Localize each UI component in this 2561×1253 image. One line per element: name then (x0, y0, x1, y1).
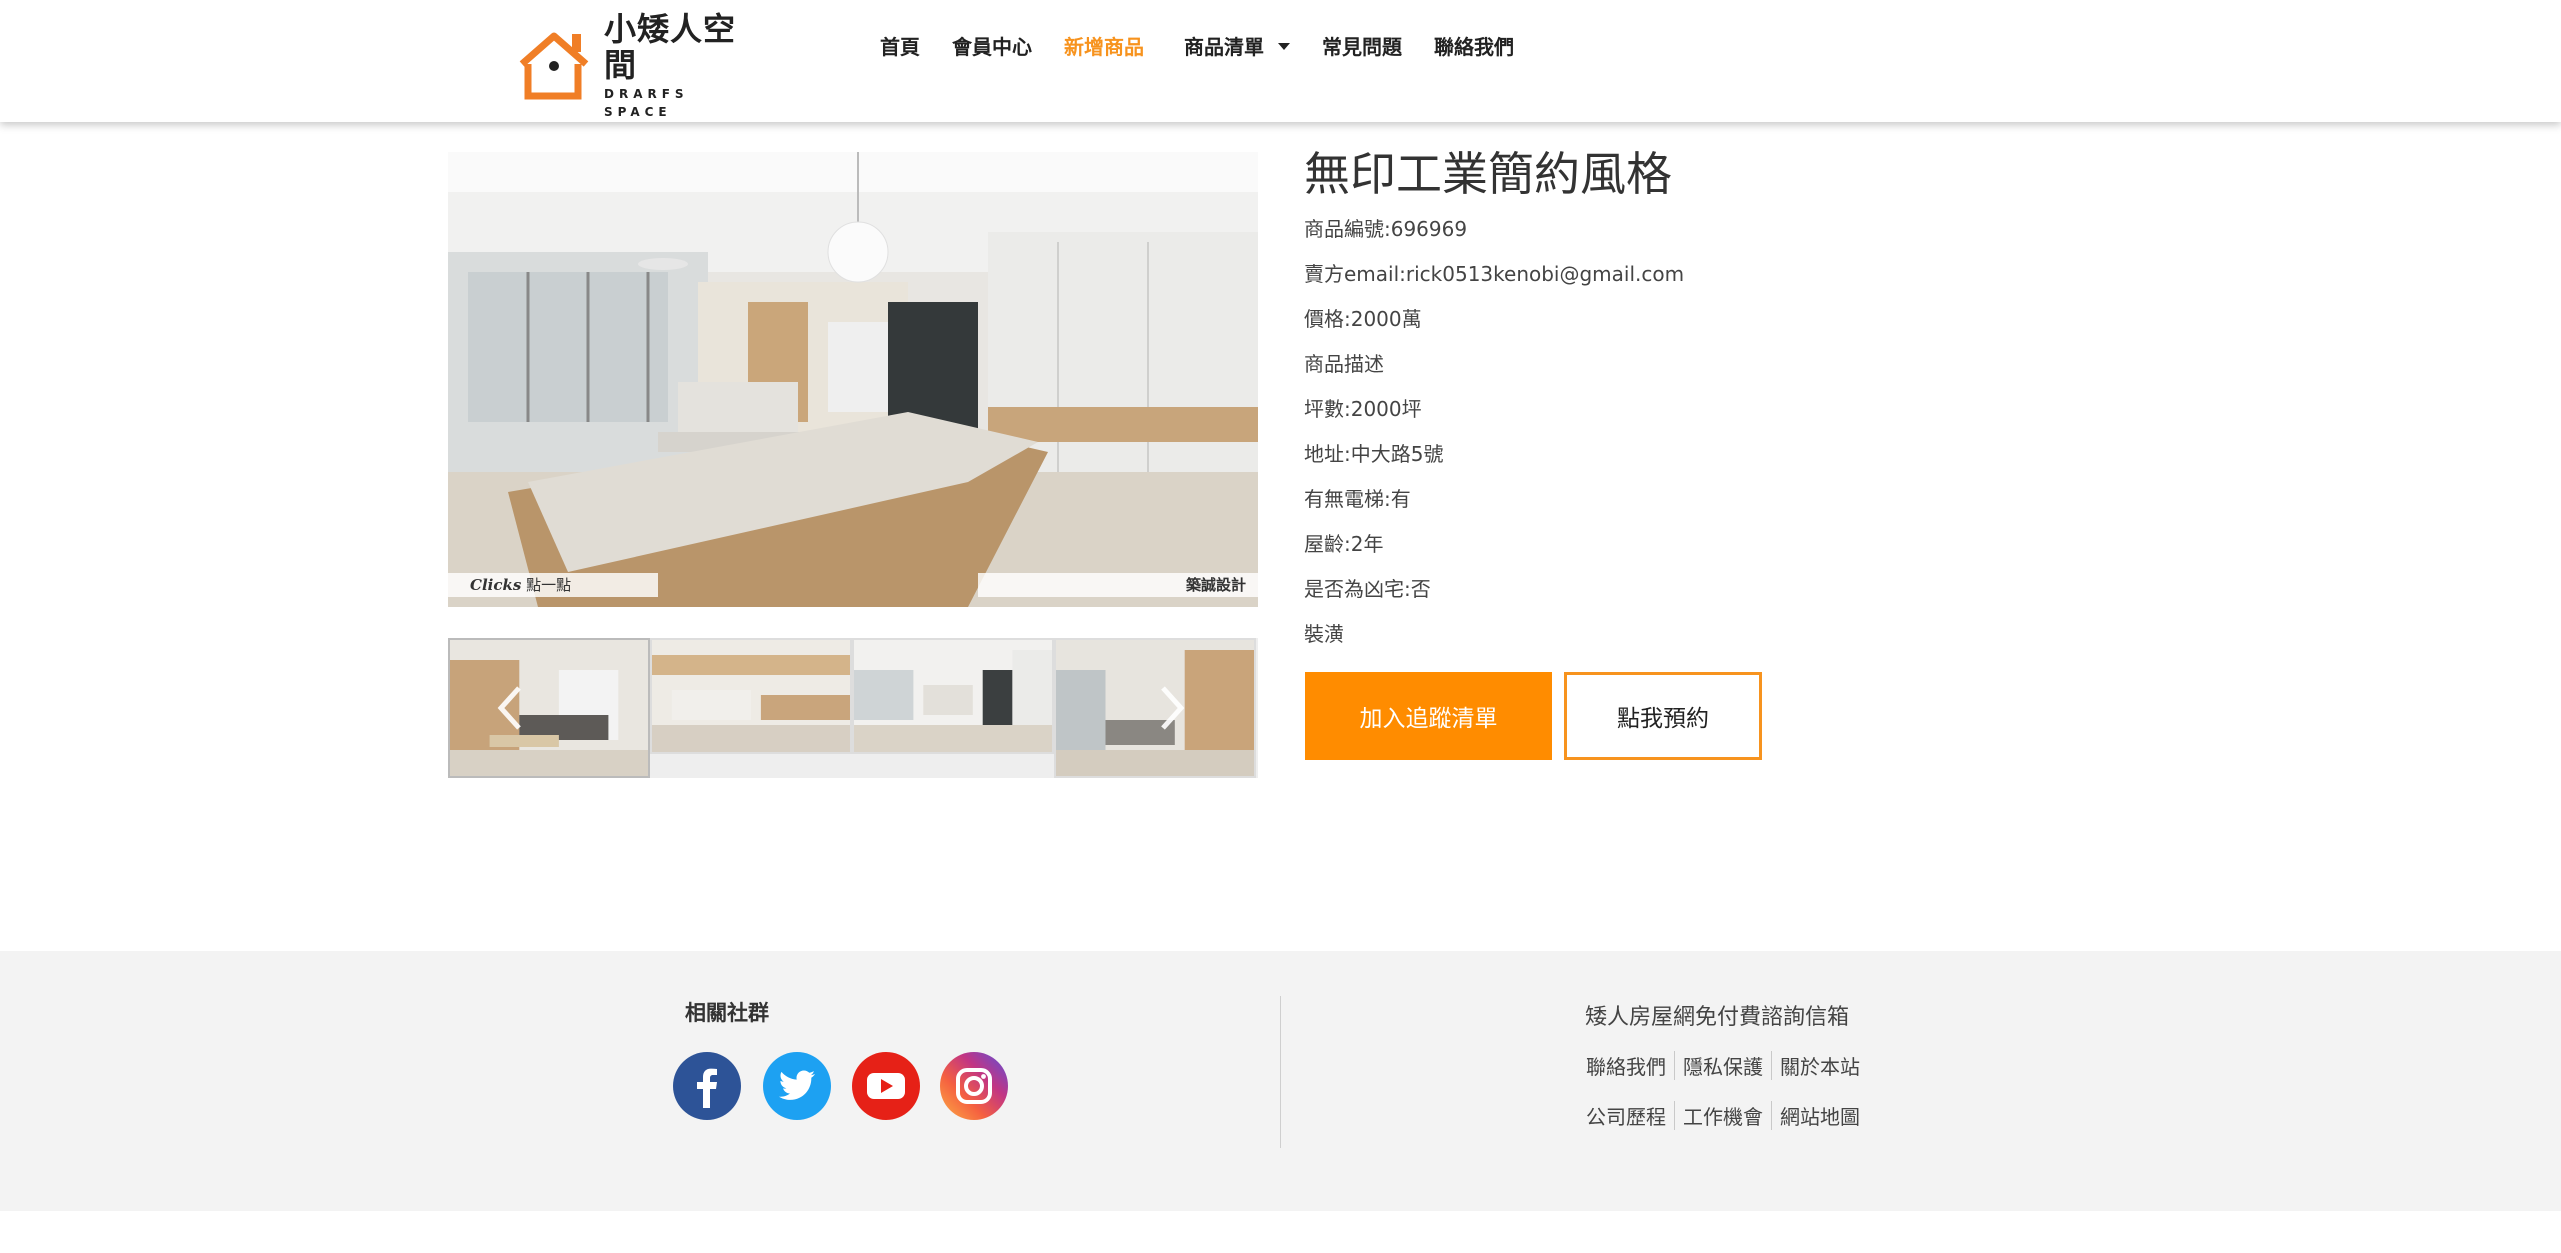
product-description: 商品描述 (1304, 352, 1384, 376)
site-logo[interactable]: 小矮人空間 DRARFS SPACE (516, 11, 761, 119)
product-area: 坪數:2000坪 (1304, 397, 1422, 421)
footer-link-sitemap[interactable]: 網站地圖 (1771, 1101, 1868, 1130)
nav-product-list-label: 商品清單 (1184, 34, 1264, 59)
book-appointment-button[interactable]: 點我預約 (1564, 672, 1762, 760)
facebook-link[interactable] (673, 1052, 741, 1120)
footer-links-row-1: 聯絡我們 隱私保護 關於本站 (1578, 1051, 1868, 1080)
footer-link-contact[interactable]: 聯絡我們 (1578, 1051, 1674, 1080)
thumbnail-image (854, 640, 1052, 752)
product-decoration: 裝潢 (1304, 622, 1344, 646)
product-age: 屋齡:2年 (1304, 532, 1384, 556)
caret-down-icon (1278, 42, 1290, 50)
house-logo-icon (519, 32, 589, 100)
thumbnail-prev-button[interactable] (490, 680, 530, 736)
site-footer: 相關社群 矮人房屋網免付費諮詢信箱 聯絡我們 隱私保護 關於本站 公司歷程 工作… (0, 951, 2561, 1211)
footer-link-careers[interactable]: 工作機會 (1674, 1101, 1771, 1130)
seller-email: 賣方email:rick0513kenobi@gmail.com (1304, 262, 1685, 286)
footer-link-about[interactable]: 關於本站 (1771, 1051, 1868, 1080)
nav-member-center[interactable]: 會員中心 (952, 31, 1032, 60)
facebook-icon (673, 1052, 741, 1120)
twitter-link[interactable] (763, 1052, 831, 1120)
caption-left-text: 點一點 (526, 576, 572, 594)
product-address: 地址:中大路5號 (1304, 442, 1444, 466)
footer-divider (1280, 996, 1281, 1148)
main-nav: 首頁 會員中心 新增商品 商品清單 常見問題 聯絡我們 (880, 28, 1546, 62)
product-elevator: 有無電梯:有 (1304, 487, 1411, 511)
product-price: 價格:2000萬 (1304, 307, 1422, 331)
photo-caption-right: 築誠設計 (978, 573, 1258, 597)
footer-link-history[interactable]: 公司歷程 (1578, 1101, 1674, 1130)
instagram-link[interactable] (940, 1052, 1008, 1120)
product-haunted: 是否為凶宅:否 (1304, 577, 1431, 601)
footer-headline: 矮人房屋網免付費諮詢信箱 (1585, 1005, 1850, 1030)
nav-product-list[interactable]: 商品清單 (1184, 31, 1290, 60)
nav-home[interactable]: 首頁 (880, 31, 920, 60)
thumbnail-2[interactable] (650, 638, 852, 754)
logo-subtitle: DRARFS SPACE (604, 87, 689, 119)
main-product-photo[interactable]: Clicks 點一點 築誠設計 (448, 152, 1258, 607)
youtube-link[interactable] (852, 1052, 920, 1120)
product-title: 無印工業簡約風格 (1304, 147, 1672, 201)
social-title: 相關社群 (685, 1001, 769, 1025)
site-header: 小矮人空間 DRARFS SPACE 首頁 會員中心 新增商品 商品清單 常見問… (0, 0, 2561, 122)
nav-faq[interactable]: 常見問題 (1322, 31, 1402, 60)
footer-links-row-2: 公司歷程 工作機會 網站地圖 (1578, 1101, 1868, 1130)
product-id: 商品編號:696969 (1304, 217, 1468, 241)
photo-caption-left: Clicks 點一點 (448, 573, 658, 597)
chevron-right-icon (1161, 686, 1185, 730)
logo-title: 小矮人空間 (604, 10, 737, 84)
thumbnail-1[interactable] (448, 638, 650, 778)
interior-photo (448, 152, 1258, 607)
thumbnail-image (450, 640, 648, 776)
nav-add-product[interactable]: 新增商品 (1064, 31, 1144, 60)
caption-script: Clicks (470, 576, 522, 594)
product-info: 無印工業簡約風格 商品編號:696969 賣方email:rick0513ken… (1304, 142, 1864, 668)
nav-contact[interactable]: 聯絡我們 (1434, 31, 1514, 60)
twitter-icon (763, 1052, 831, 1120)
footer-link-privacy[interactable]: 隱私保護 (1674, 1051, 1771, 1080)
youtube-icon (852, 1052, 920, 1120)
chevron-left-icon (497, 686, 521, 730)
thumbnail-strip (448, 638, 1258, 778)
thumbnail-3[interactable] (852, 638, 1054, 754)
instagram-icon (940, 1052, 1008, 1120)
thumbnail-next-button[interactable] (1152, 680, 1192, 736)
add-to-watchlist-button[interactable]: 加入追蹤清單 (1305, 672, 1552, 760)
thumbnail-image (652, 640, 850, 752)
product-actions: 加入追蹤清單 點我預約 (1305, 672, 1762, 760)
